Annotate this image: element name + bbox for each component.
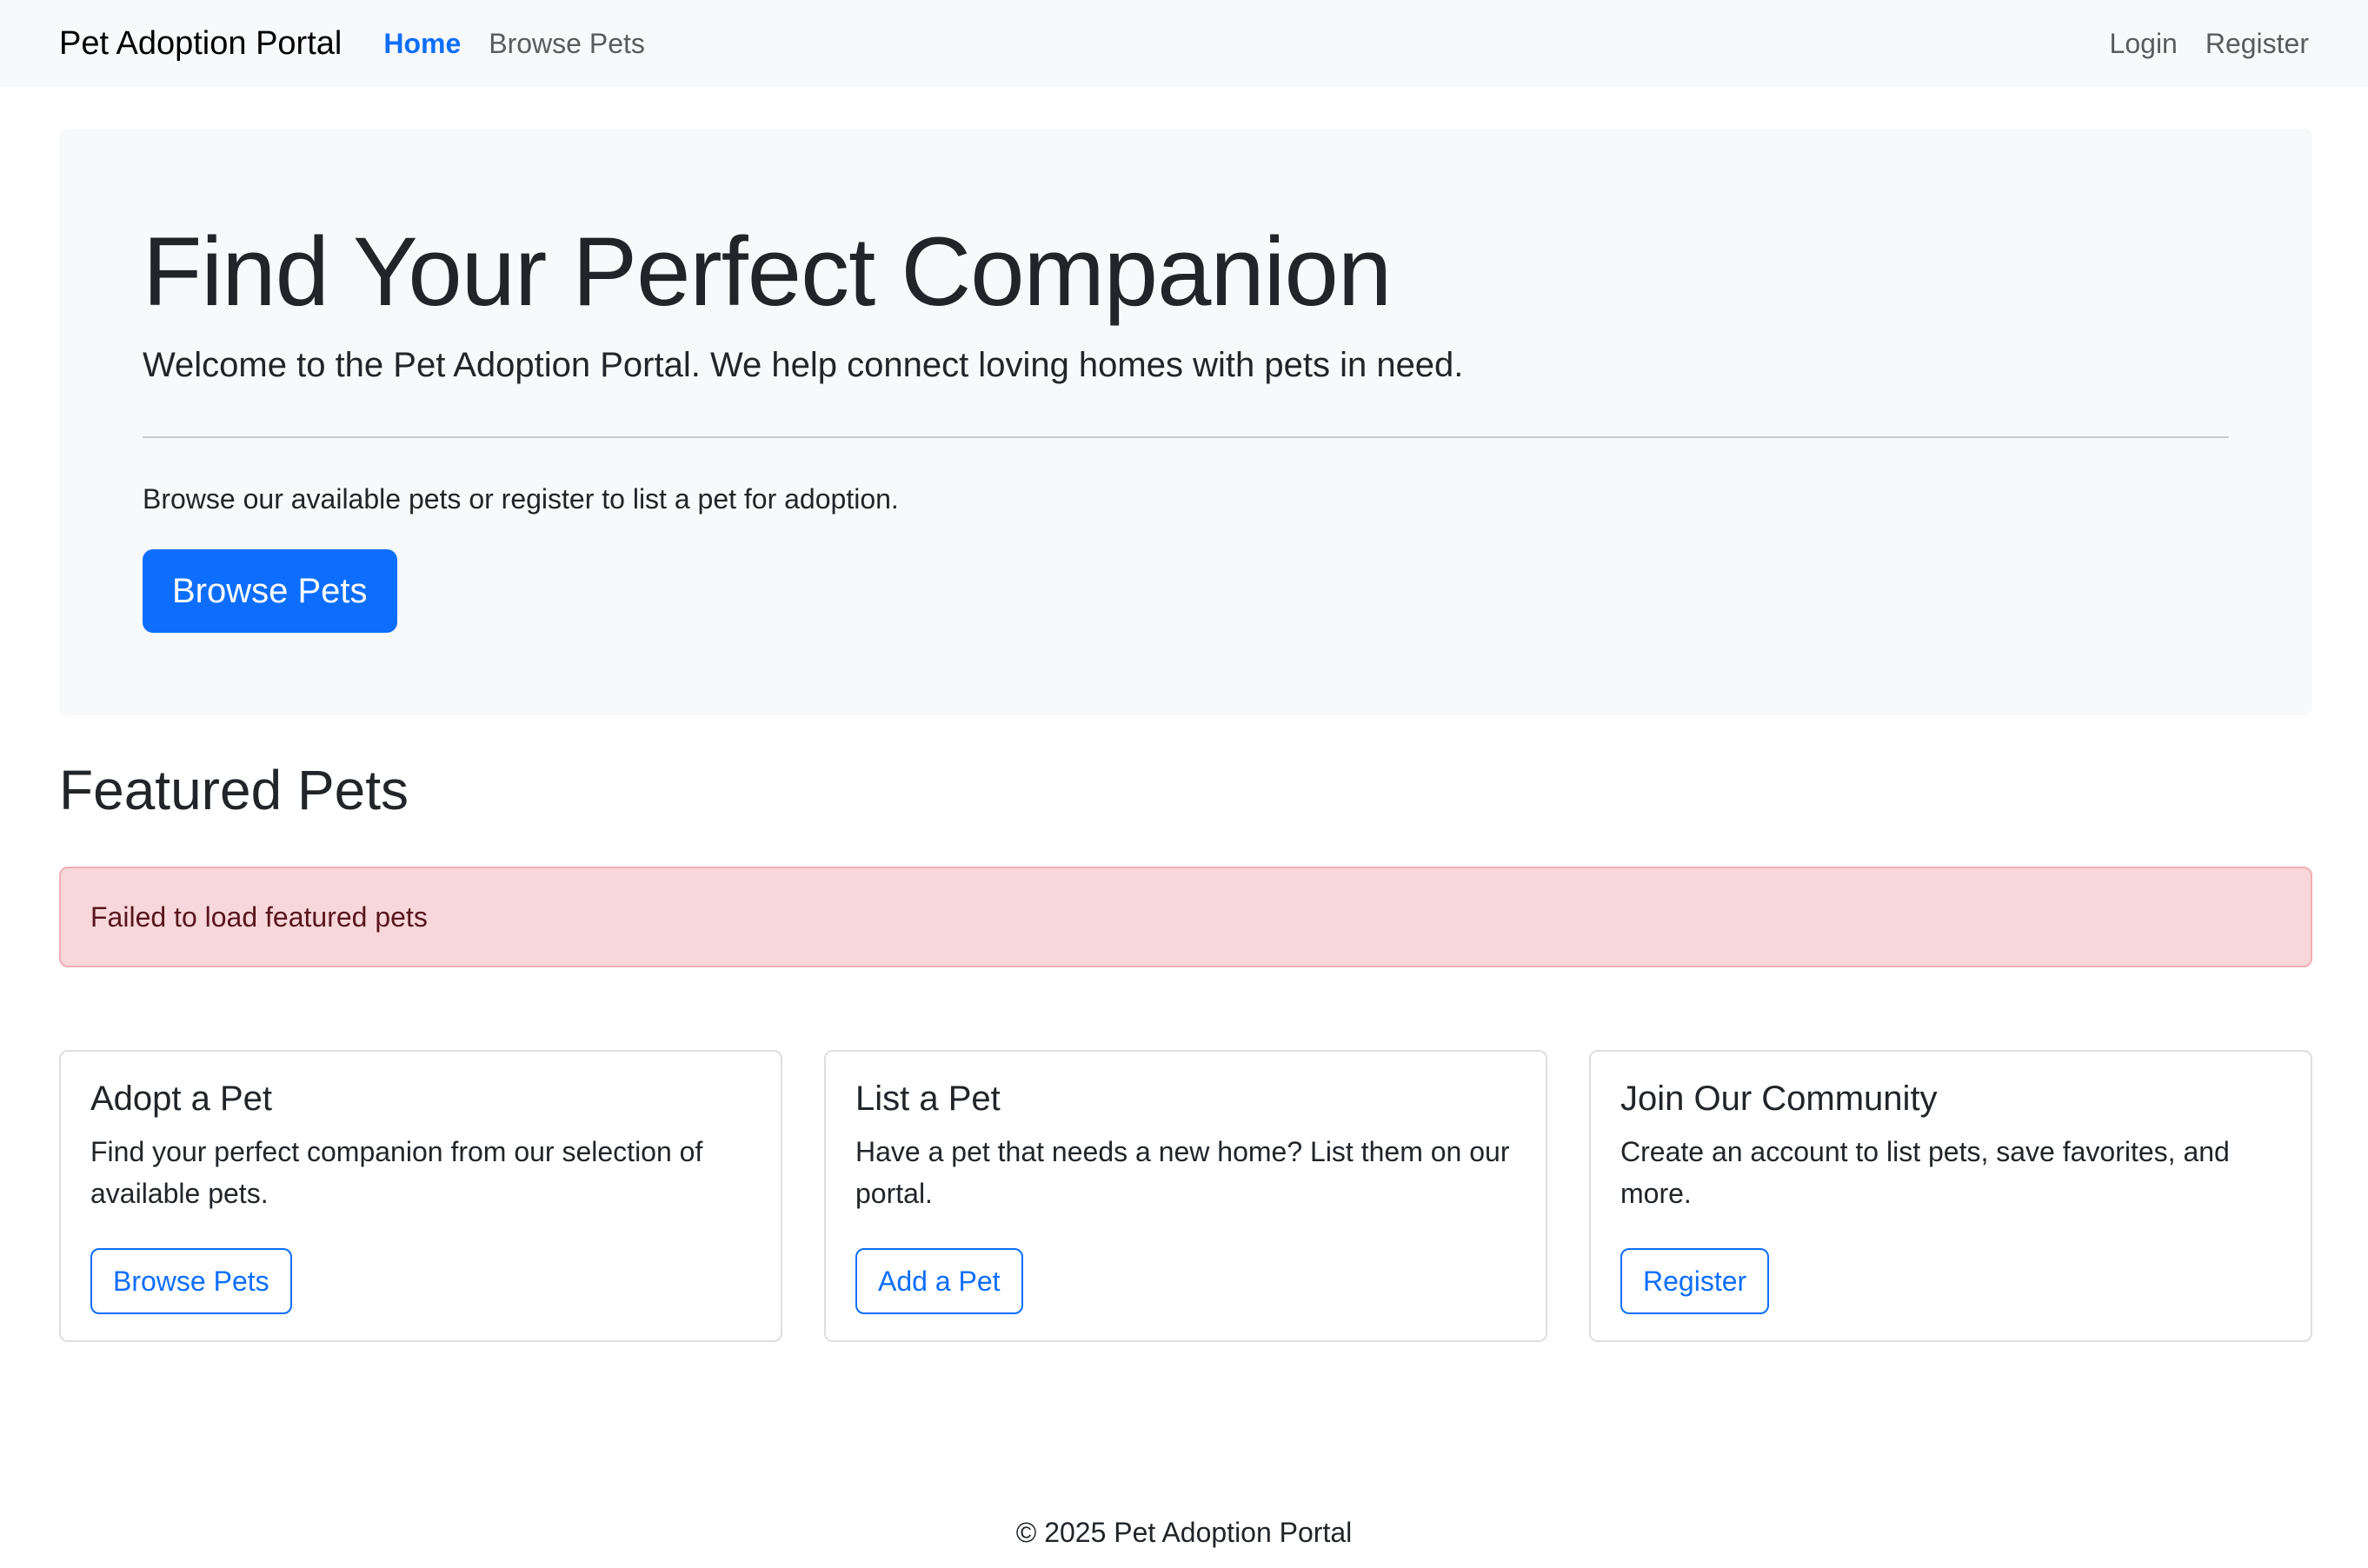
hero-jumbotron: Find Your Perfect Companion Welcome to t… (59, 129, 2312, 715)
featured-pets-error-alert: Failed to load featured pets (59, 867, 2312, 967)
nav-link-browse-pets[interactable]: Browse Pets (489, 28, 645, 60)
hero-lead: Welcome to the Pet Adoption Portal. We h… (143, 346, 1464, 384)
card-text: Create an account to list pets, save fav… (1620, 1136, 2230, 1209)
nav-link-home[interactable]: Home (383, 28, 461, 60)
nav-link-register[interactable]: Register (2205, 28, 2309, 60)
hero-divider (143, 436, 2229, 438)
card-adopt-a-pet: Adopt a Pet Find your perfect companion … (59, 1050, 782, 1342)
featured-pets-title: Featured Pets (59, 759, 409, 821)
navbar-brand[interactable]: Pet Adoption Portal (59, 25, 342, 63)
card-title: List a Pet (855, 1080, 1001, 1118)
navbar-right: Login Register (2082, 28, 2309, 60)
footer-copyright: © 2025 Pet Adoption Portal (1015, 1517, 1353, 1548)
card-browse-pets-button[interactable]: Browse Pets (90, 1248, 292, 1314)
navbar: Pet Adoption Portal Home Browse Pets Log… (0, 0, 2368, 87)
card-text: Have a pet that needs a new home? List t… (855, 1136, 1510, 1209)
feature-cards: Adopt a Pet Find your perfect companion … (59, 1050, 2312, 1342)
footer: © 2025 Pet Adoption Portal (0, 1517, 2368, 1549)
alert-message: Failed to load featured pets (90, 900, 428, 933)
card-add-a-pet-button[interactable]: Add a Pet (855, 1248, 1023, 1314)
card-list-a-pet: List a Pet Have a pet that needs a new h… (824, 1050, 1547, 1342)
hero-title: Find Your Perfect Companion (143, 217, 1392, 326)
nav-link-login[interactable]: Login (2110, 28, 2178, 60)
card-title: Join Our Community (1620, 1080, 1938, 1118)
hero-text: Browse our available pets or register to… (143, 483, 899, 515)
hero-browse-pets-button[interactable]: Browse Pets (143, 549, 397, 633)
card-text: Find your perfect companion from our sel… (90, 1136, 703, 1209)
card-join-community: Join Our Community Create an account to … (1589, 1050, 2312, 1342)
card-title: Adopt a Pet (90, 1080, 273, 1118)
card-register-button[interactable]: Register (1620, 1248, 1770, 1314)
